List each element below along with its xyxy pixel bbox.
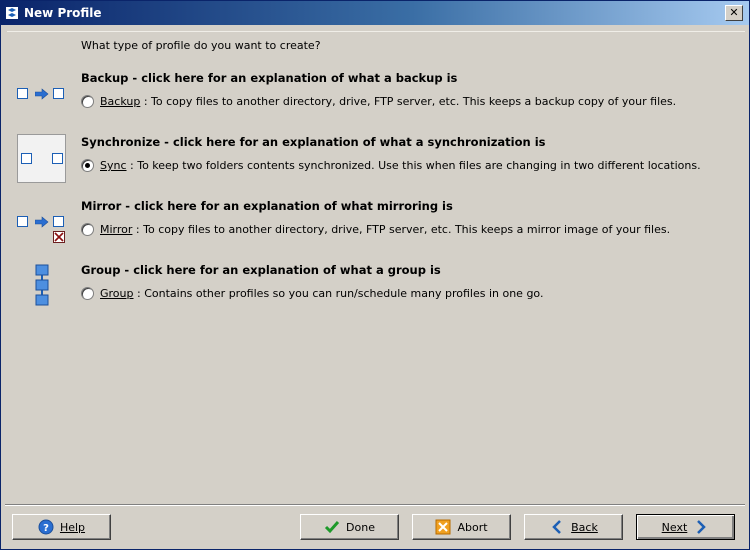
mirror-option[interactable]: Mirror : To copy files to another direct… — [81, 223, 670, 236]
backup-explanation-link[interactable]: Backup - click here for an explanation o… — [81, 71, 457, 85]
done-button[interactable]: Done — [300, 514, 399, 540]
group-icon — [34, 264, 50, 308]
mirror-label: Mirror — [100, 223, 133, 236]
next-label: Next — [661, 520, 688, 534]
help-button[interactable]: ? Help — [12, 514, 111, 540]
title-bar[interactable]: New Profile ✕ — [1, 1, 749, 25]
mirror-description: : To copy files to another directory, dr… — [132, 223, 671, 236]
question-text: What type of profile do you want to crea… — [81, 39, 321, 52]
sync-description: : To keep two folders contents synchroni… — [126, 159, 701, 172]
new-profile-window: New Profile ✕ What type of profile do yo… — [0, 0, 750, 550]
sync-option[interactable]: Sync : To keep two folders contents sync… — [81, 159, 701, 172]
group-radio[interactable] — [81, 287, 94, 300]
svg-text:?: ? — [43, 523, 49, 534]
abort-label: Abort — [457, 520, 488, 534]
sync-explanation-link[interactable]: Synchronize - click here for an explanat… — [81, 135, 545, 149]
backup-option[interactable]: Backup : To copy files to another direct… — [81, 95, 676, 108]
backup-icon — [17, 87, 67, 103]
mirror-radio[interactable] — [81, 223, 94, 236]
sync-radio[interactable] — [81, 159, 94, 172]
chevron-right-icon — [697, 520, 707, 534]
back-label: Back — [571, 520, 598, 534]
mirror-explanation-link[interactable]: Mirror - click here for an explanation o… — [81, 199, 453, 213]
close-button[interactable]: ✕ — [725, 5, 743, 21]
backup-radio[interactable] — [81, 95, 94, 108]
bottom-separator — [5, 504, 745, 506]
window-title: New Profile — [24, 6, 102, 20]
back-button[interactable]: Back — [524, 514, 623, 540]
done-label: Done — [346, 520, 375, 534]
abort-button[interactable]: Abort — [412, 514, 511, 540]
help-label: Help — [59, 520, 86, 534]
mirror-icon — [17, 215, 67, 245]
chevron-left-icon — [552, 520, 562, 534]
sync-icon — [17, 134, 66, 183]
backup-label: Backup — [100, 95, 141, 108]
app-icon — [6, 7, 18, 19]
help-icon: ? — [38, 519, 54, 535]
sync-label: Sync — [100, 159, 127, 172]
group-explanation-link[interactable]: Group - click here for an explanation of… — [81, 263, 441, 277]
backup-description: : To copy files to another directory, dr… — [140, 95, 677, 108]
next-button[interactable]: Next — [636, 514, 735, 540]
group-label: Group — [100, 287, 134, 300]
group-option[interactable]: Group : Contains other profiles so you c… — [81, 287, 543, 300]
group-description: : Contains other profiles so you can run… — [133, 287, 544, 300]
abort-icon — [435, 519, 451, 535]
close-icon: ✕ — [729, 6, 739, 19]
checkmark-icon — [324, 521, 340, 534]
